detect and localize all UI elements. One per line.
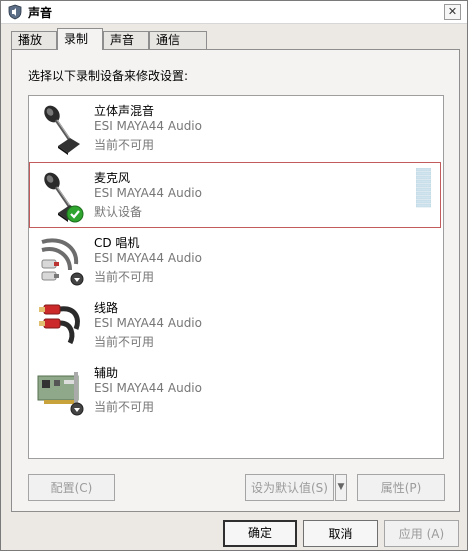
device-name: 线路 [94, 301, 119, 315]
device-status: 当前不可用 [94, 270, 155, 284]
tab-recording[interactable]: 录制 [57, 28, 103, 50]
device-driver: ESI MAYA44 Audio [94, 316, 202, 330]
configure-button[interactable]: 配置(C) [28, 474, 115, 501]
ok-button[interactable]: 确定 [223, 520, 297, 547]
device-driver: ESI MAYA44 Audio [94, 186, 202, 200]
device-status: 当前不可用 [94, 335, 155, 349]
recording-panel: 选择以下录制设备来修改设置: 立体声混音 ESI MAYA44 Audio 当前… [11, 49, 460, 512]
device-item-cd-player[interactable]: CD 唱机 ESI MAYA44 Audio 当前不可用 [30, 228, 440, 292]
device-driver: ESI MAYA44 Audio [94, 381, 202, 395]
device-item-line-in[interactable]: 线路 ESI MAYA44 Audio 当前不可用 [30, 293, 440, 357]
tab-sounds[interactable]: 声音 [103, 31, 149, 49]
default-check-icon [66, 205, 84, 223]
device-list[interactable]: 立体声混音 ESI MAYA44 Audio 当前不可用 麦克风 ESI MAY… [28, 95, 444, 459]
rca-cable-icon [39, 304, 80, 345]
device-name: 麦克风 [94, 171, 131, 185]
sound-app-icon [8, 4, 22, 20]
device-item-stereo-mix[interactable]: 立体声混音 ESI MAYA44 Audio 当前不可用 [30, 96, 440, 160]
device-name: CD 唱机 [94, 236, 140, 250]
device-driver: ESI MAYA44 Audio [94, 251, 202, 265]
window-title: 声音 [28, 6, 53, 20]
device-status: 当前不可用 [94, 400, 155, 414]
set-default-dropdown[interactable]: ▼ [335, 474, 347, 501]
tab-communications[interactable]: 通信 [149, 31, 207, 49]
sound-dialog: 声音 ✕ 播放 录制 声音 通信 选择以下录制设备来修改设置: 立体声混音 ES… [0, 0, 468, 551]
tab-playback[interactable]: 播放 [11, 31, 57, 49]
device-item-aux[interactable]: 辅助 ESI MAYA44 Audio 当前不可用 [30, 358, 440, 422]
device-item-microphone[interactable]: 麦克风 ESI MAYA44 Audio 默认设备 [29, 162, 441, 228]
cancel-button[interactable]: 取消 [303, 520, 378, 547]
properties-button[interactable]: 属性(P) [357, 474, 445, 501]
title-bar[interactable]: 声音 ✕ [1, 1, 467, 24]
device-prompt: 选择以下录制设备来修改设置: [28, 69, 189, 83]
close-button[interactable]: ✕ [444, 4, 461, 20]
unplugged-icon [70, 402, 84, 416]
microphone-icon [44, 105, 80, 155]
apply-button[interactable]: 应用 (A) [384, 520, 459, 547]
device-name: 辅助 [94, 366, 119, 380]
device-status: 当前不可用 [94, 138, 155, 152]
level-meter [416, 168, 431, 208]
set-default-button[interactable]: 设为默认值(S) [245, 474, 334, 501]
device-status: 默认设备 [94, 205, 143, 219]
device-name: 立体声混音 [94, 104, 155, 118]
device-driver: ESI MAYA44 Audio [94, 119, 202, 133]
chevron-down-icon: ▼ [337, 482, 345, 492]
close-icon: ✕ [447, 5, 458, 18]
unplugged-icon [70, 272, 84, 286]
